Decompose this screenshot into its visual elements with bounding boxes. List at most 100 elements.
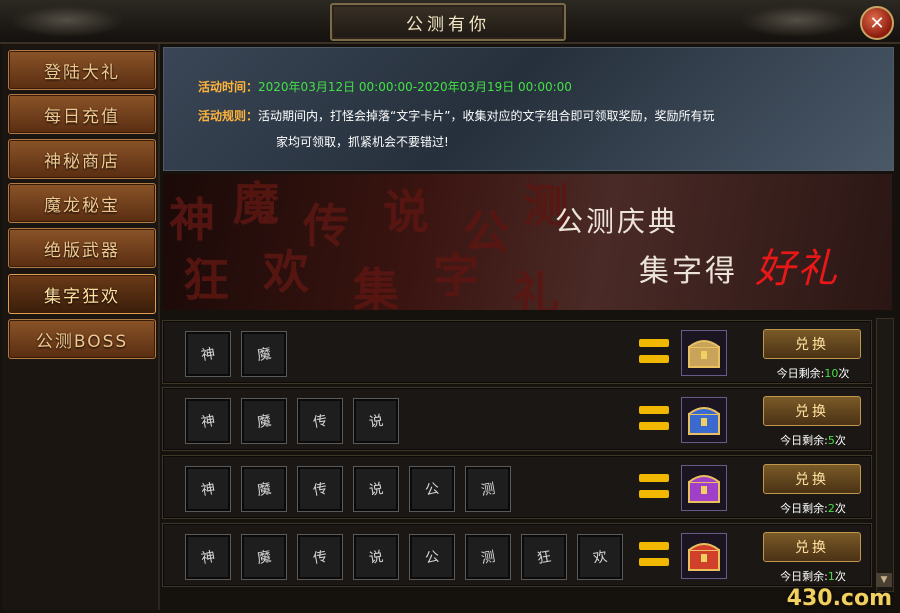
- word-card-char: 欢: [591, 548, 609, 568]
- exchange-row: 神 魔 传 说 兑换今日剩余:5次: [162, 387, 872, 451]
- menu-item-dragon-treasure[interactable]: 魔龙秘宝: [8, 183, 156, 223]
- word-card-char: 狂: [535, 548, 553, 568]
- event-window: 公测有你 ✕ 登陆大礼 每日充值 神秘商店 魔龙秘宝 绝版武器 集字狂欢 公测B…: [0, 0, 900, 613]
- menu-item-mystery-shop[interactable]: 神秘商店: [8, 139, 156, 179]
- reward-chest-icon[interactable]: [681, 397, 727, 443]
- remaining-number: 1: [827, 570, 835, 583]
- word-card: 魔: [241, 398, 287, 444]
- exchange-list: 神魔兑换 今日剩余:10次神魔传说兑换 今日剩余:5次神魔传说公测兑换 今日剩余:2次…: [160, 316, 872, 610]
- menu-item-beta-boss[interactable]: 公测BOSS: [8, 319, 156, 359]
- reward-chest-icon[interactable]: [681, 330, 727, 376]
- word-card: 神: [185, 534, 231, 580]
- word-card-char: 神: [199, 345, 217, 365]
- word-card: 魔: [241, 466, 287, 512]
- event-time-row: 活动时间：2020年03月12日 00:00:00-2020年03月19日 00…: [198, 78, 572, 95]
- exchange-button-label: 兑换: [795, 472, 829, 488]
- word-card: 传: [297, 398, 343, 444]
- exchange-row: 神 魔 传 说 公 测 兑换今日剩余:2次: [162, 455, 872, 519]
- menu-item-label: 公测BOSS: [35, 331, 129, 352]
- word-card-char: 公: [423, 548, 441, 568]
- window-title-bar: 公测有你 ✕: [0, 0, 900, 44]
- word-card: 传: [297, 534, 343, 580]
- word-card-char: 测: [479, 480, 497, 500]
- exchange-button-label: 兑换: [795, 404, 829, 420]
- event-rule-line2: 家均可领取，抓紧机会不要错过!: [276, 135, 449, 149]
- menu-item-rare-weapon[interactable]: 绝版武器: [8, 228, 156, 268]
- menu-item-label: 每日充值: [44, 106, 120, 127]
- event-rule-line1: 活动期间内，打怪会掉落“文字卡片”，收集对应的文字组合即可领取奖励，奖励所有玩: [258, 109, 715, 123]
- window-title: 公测有你: [406, 14, 490, 35]
- word-card-char: 神: [199, 548, 217, 568]
- remaining-prefix: 今日剩余:: [780, 502, 828, 515]
- equals-icon: [639, 339, 669, 365]
- remaining-suffix: 次: [834, 570, 846, 583]
- scrollbar[interactable]: [876, 318, 894, 592]
- exchange-button[interactable]: 兑换: [763, 464, 861, 494]
- word-card-char: 传: [311, 412, 329, 432]
- exchange-button-label: 兑换: [795, 337, 829, 353]
- word-card: 欢: [577, 534, 623, 580]
- word-card: 传: [297, 466, 343, 512]
- menu-item-label: 绝版武器: [44, 240, 120, 261]
- remaining-count: 今日剩余:5次: [759, 432, 867, 448]
- reward-chest-icon[interactable]: [681, 465, 727, 511]
- banner-title-line1: 公测庆典: [555, 205, 680, 238]
- menu-item-word-carnival[interactable]: 集字狂欢: [8, 274, 156, 314]
- equals-icon: [639, 474, 669, 500]
- remaining-prefix: 今日剩余:: [780, 570, 828, 583]
- event-rule-row-2: 家均可领取，抓紧机会不要错过!: [276, 130, 449, 154]
- word-card: 测: [465, 534, 511, 580]
- remaining-count: 今日剩余:2次: [759, 500, 867, 516]
- word-card: 说: [353, 398, 399, 444]
- banner-title-line2: 集字得: [639, 254, 738, 289]
- menu-item-label: 登陆大礼: [44, 62, 120, 83]
- close-icon: ✕: [869, 12, 885, 34]
- remaining-number: 5: [827, 434, 835, 447]
- menu-item-label: 神秘商店: [44, 151, 120, 172]
- word-card: 魔: [241, 331, 287, 377]
- word-card-char: 传: [311, 548, 329, 568]
- remaining-number: 2: [827, 502, 835, 515]
- close-button[interactable]: ✕: [860, 6, 894, 40]
- word-card-char: 说: [367, 480, 385, 500]
- word-card-char: 魔: [255, 412, 273, 432]
- event-time-value: 2020年03月12日 00:00:00-2020年03月19日 00:00:0…: [258, 80, 572, 94]
- word-card: 说: [353, 466, 399, 512]
- banner-title-highlight: 好礼: [755, 246, 839, 292]
- remaining-prefix: 今日剩余:: [776, 367, 825, 380]
- equals-icon: [639, 406, 669, 432]
- site-watermark: 430.com: [786, 586, 892, 611]
- exchange-button[interactable]: 兑换: [763, 532, 861, 562]
- word-card-char: 说: [367, 412, 385, 432]
- word-card-char: 神: [199, 412, 217, 432]
- word-card: 测: [465, 466, 511, 512]
- remaining-number: 10: [824, 367, 839, 380]
- right-ornament: [742, 4, 852, 36]
- word-card: 说: [353, 534, 399, 580]
- reward-chest-icon[interactable]: [681, 533, 727, 579]
- exchange-button-label: 兑换: [795, 540, 829, 556]
- event-info-panel: 活动时间：2020年03月12日 00:00:00-2020年03月19日 00…: [163, 47, 894, 171]
- word-card-char: 说: [367, 548, 385, 568]
- event-rule-label: 活动规则：: [198, 109, 259, 123]
- scroll-down-arrow-icon[interactable]: ▼: [876, 573, 892, 587]
- equals-icon: [639, 542, 669, 568]
- word-card-char: 神: [199, 480, 217, 500]
- exchange-row: 神 魔 兑换今日剩余:10次: [162, 320, 872, 384]
- word-card-char: 测: [479, 548, 497, 568]
- event-banner: 神魔传 说公测 狂欢集 字礼 公测庆典 集字得 好礼: [163, 174, 892, 310]
- exchange-button[interactable]: 兑换: [763, 329, 861, 359]
- event-time-label: 活动时间：: [198, 80, 259, 94]
- word-card-char: 魔: [255, 345, 273, 365]
- word-card: 神: [185, 331, 231, 377]
- word-card-char: 魔: [255, 480, 273, 500]
- menu-item-label: 集字狂欢: [44, 286, 120, 307]
- menu-item-daily-recharge[interactable]: 每日充值: [8, 94, 156, 134]
- menu-item-login-gift[interactable]: 登陆大礼: [8, 50, 156, 90]
- remaining-suffix: 次: [838, 367, 850, 380]
- exchange-button[interactable]: 兑换: [763, 396, 861, 426]
- word-card-char: 公: [423, 480, 441, 500]
- word-card-char: 魔: [255, 548, 273, 568]
- remaining-suffix: 次: [834, 434, 846, 447]
- word-card-char: 传: [311, 480, 329, 500]
